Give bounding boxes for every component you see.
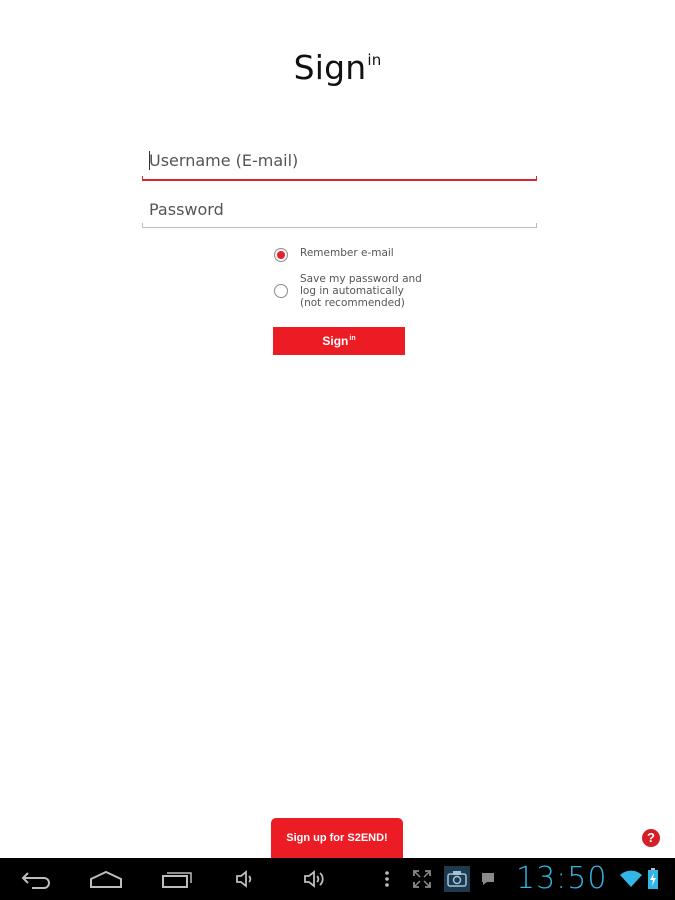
home-icon[interactable] [88,858,124,900]
system-navigation-bar: 13:50 [0,858,675,900]
remember-email-radio[interactable] [274,248,288,262]
volume-up-icon[interactable] [300,858,332,900]
password-underline [142,227,537,228]
remember-email-label: Remember e-mail [300,247,394,259]
screenshot-icon[interactable] [444,858,470,900]
notification-icon [478,858,498,900]
volume-down-icon[interactable] [232,858,260,900]
recent-apps-icon[interactable] [159,858,195,900]
username-underline [142,179,537,181]
save-password-radio[interactable] [274,284,288,298]
text-cursor [149,151,150,170]
help-icon[interactable]: ? [642,829,660,847]
back-icon[interactable] [18,858,54,900]
battery-icon [646,858,660,900]
sign-up-button[interactable]: Sign up for S2END! [271,818,403,858]
status-clock: 13:50 [516,861,608,896]
menu-icon[interactable] [380,858,394,900]
page-title-main: Sign [293,48,367,87]
save-password-label: Save my password and log in automaticall… [300,273,422,309]
remember-email-option[interactable]: Remember e-mail [274,247,394,262]
sign-in-screen: Signin Remember e-mail Save my password … [0,0,675,900]
username-field-wrapper [142,144,537,181]
wifi-icon [618,858,644,900]
page-title: Signin [0,48,675,87]
password-field-wrapper [142,193,537,228]
password-input[interactable] [142,193,537,225]
save-password-option[interactable]: Save my password and log in automaticall… [274,273,422,309]
username-input[interactable] [142,144,537,176]
fullscreen-icon[interactable] [410,858,434,900]
page-title-superscript: in [367,51,382,69]
sign-in-button[interactable]: Signin [273,327,405,355]
